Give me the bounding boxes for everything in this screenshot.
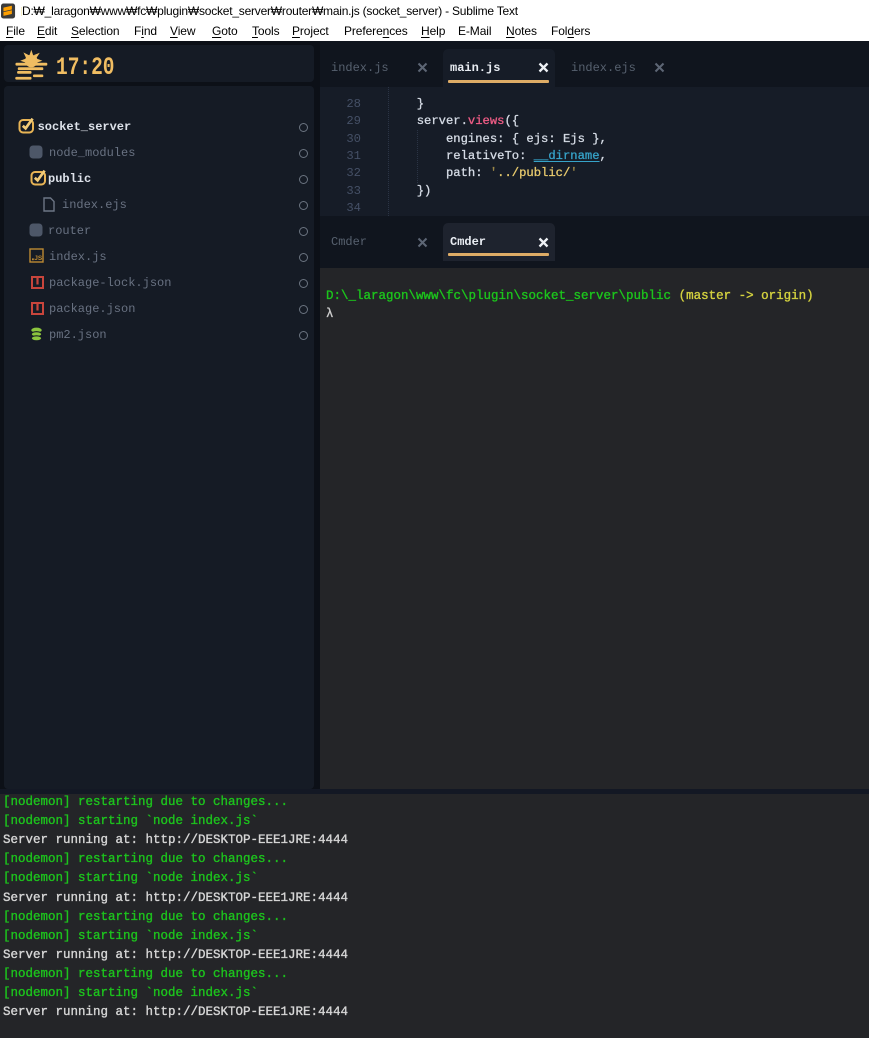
svg-text:JS: JS bbox=[35, 255, 44, 262]
